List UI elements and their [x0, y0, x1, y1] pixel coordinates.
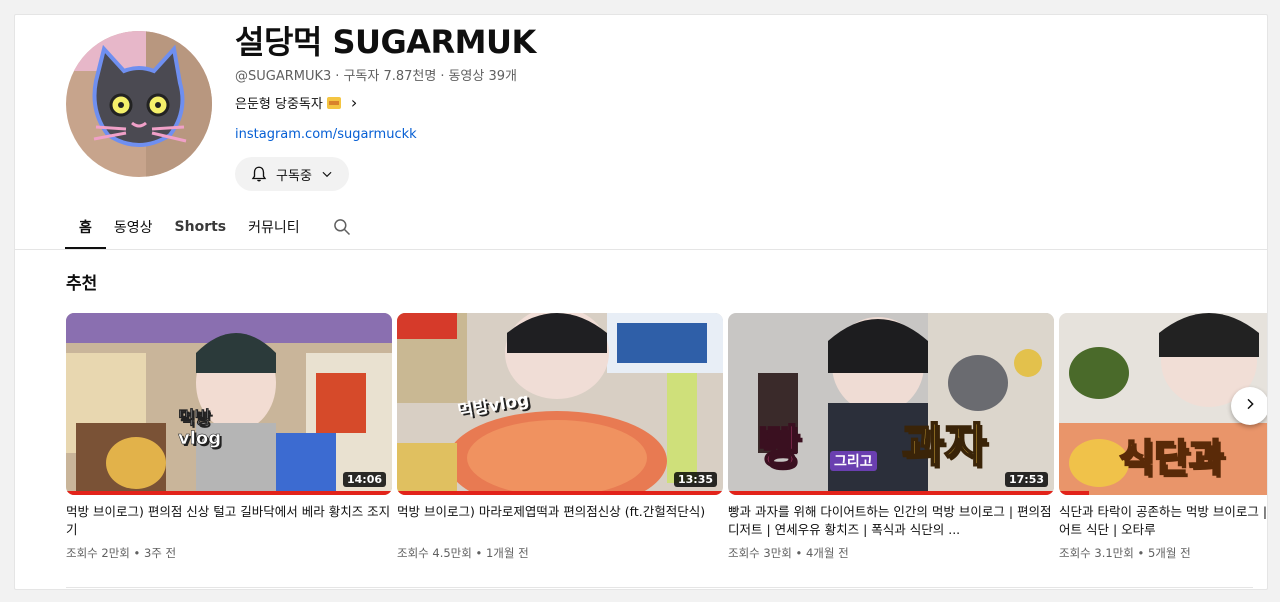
video-thumbnail[interactable]: 먹방vlog 13:35 [397, 313, 723, 495]
search-icon[interactable] [322, 205, 352, 249]
video-age: 1개월 전 [485, 546, 529, 560]
thumbnail-overlay-text: 빵 [757, 419, 801, 475]
bell-icon [250, 165, 268, 183]
video-views: 조회수 3.1만회 [1059, 546, 1134, 560]
tab-home[interactable]: 홈 [65, 205, 106, 249]
cake-emoji-icon [326, 96, 341, 109]
video-age: 5개월 전 [1147, 546, 1191, 560]
video-meta: 조회수 2만회 • 3주 전 [66, 546, 177, 560]
video-duration: 14:06 [342, 472, 386, 487]
video-thumbnail[interactable]: 먹방 vlog 14:06 [66, 313, 392, 495]
thumbnail-overlay-text: 먹방 vlog [178, 408, 222, 449]
channel-meta: @SUGARMUK3 · 구독자 7.87천명 · 동영상 39개 [235, 69, 517, 84]
watch-progress-bar [66, 491, 392, 495]
chevron-right-icon: › [350, 93, 358, 112]
video-age: 4개월 전 [805, 546, 849, 560]
watch-progress-bar [728, 491, 1054, 495]
video-meta: 조회수 3만회 • 4개월 전 [728, 546, 849, 560]
section-divider [66, 587, 1253, 588]
watch-progress-bar [397, 491, 723, 495]
thumbnail-overlay-text: 식단과 [1118, 435, 1225, 481]
video-title[interactable]: 먹방 브이로그) 마라로제엽떡과 편의점신상 (ft.간헐적단식) [397, 503, 723, 539]
video-meta: 조회수 3.1만회 • 5개월 전 [1059, 546, 1191, 560]
video-meta: 조회수 4.5만회 • 1개월 전 [397, 546, 529, 560]
video-duration: 13:35 [673, 472, 717, 487]
video-age: 3주 전 [143, 546, 177, 560]
watch-progress-bar [1059, 491, 1089, 495]
video-card[interactable]: 먹방vlog 13:35 먹방 브이로그) 마라로제엽떡과 편의점신상 (ft.… [397, 313, 723, 561]
video-card[interactable]: 먹방 vlog 14:06 먹방 브이로그) 편의점 신상 털고 길바닥에서 베… [66, 313, 392, 561]
channel-description[interactable]: 은둔형 당중독자 › [235, 93, 357, 112]
section-title: 추천 [66, 274, 98, 294]
video-thumbnail[interactable]: 빵 그리고 과자 17:53 [728, 313, 1054, 495]
channel-avatar[interactable] [66, 31, 212, 177]
subscriber-count: 구독자 7.87천명 [343, 69, 437, 84]
video-card[interactable]: 식단과 식단과 타락이 공존하는 먹방 브이로그 | 혈당 관리 | 다이어트 … [1059, 313, 1267, 561]
channel-title: 설당먹 SUGARMUK [235, 23, 536, 61]
tab-community[interactable]: 커뮤니티 [248, 205, 322, 249]
subscribed-label: 구독중 [276, 168, 312, 184]
video-views: 조회수 3만회 [728, 546, 792, 560]
video-card[interactable]: 빵 그리고 과자 17:53 빵과 과자를 위해 다이어트하는 인간의 먹방 브… [728, 313, 1054, 561]
video-count: 동영상 39개 [448, 69, 517, 84]
thumbnail-overlay-text: 과자 [901, 417, 988, 473]
video-views: 조회수 4.5만회 [397, 546, 472, 560]
channel-description-text: 은둔형 당중독자 [235, 97, 323, 112]
video-title[interactable]: 식단과 타락이 공존하는 먹방 브이로그 | 혈당 관리 | 다이어트 식단 |… [1059, 503, 1267, 539]
video-title[interactable]: 먹방 브이로그) 편의점 신상 털고 길바닥에서 베라 황치즈 조지기 [66, 503, 392, 539]
chevron-right-icon [1242, 396, 1258, 416]
thumbnail-overlay-text: 그리고 [830, 451, 877, 471]
instagram-link[interactable]: instagram.com/sugarmuckk [235, 127, 417, 142]
chevron-down-icon [320, 167, 334, 181]
video-title[interactable]: 빵과 과자를 위해 다이어트하는 인간의 먹방 브이로그 | 편의점 디저트 |… [728, 503, 1054, 539]
video-views: 조회수 2만회 [66, 546, 130, 560]
video-duration: 17:53 [1004, 472, 1048, 487]
channel-handle: @SUGARMUK3 [235, 69, 332, 84]
channel-tabs: 홈 동영상 Shorts 커뮤니티 [65, 205, 352, 249]
subscribed-button[interactable]: 구독중 [235, 157, 349, 191]
carousel-next-button[interactable] [1231, 387, 1267, 425]
tab-videos[interactable]: 동영상 [114, 205, 175, 249]
channel-page: 설당먹 SUGARMUK @SUGARMUK3 · 구독자 7.87천명 · 동영상 3… [14, 14, 1268, 590]
tab-shorts[interactable]: Shorts [175, 205, 249, 249]
tab-divider [15, 249, 1267, 250]
